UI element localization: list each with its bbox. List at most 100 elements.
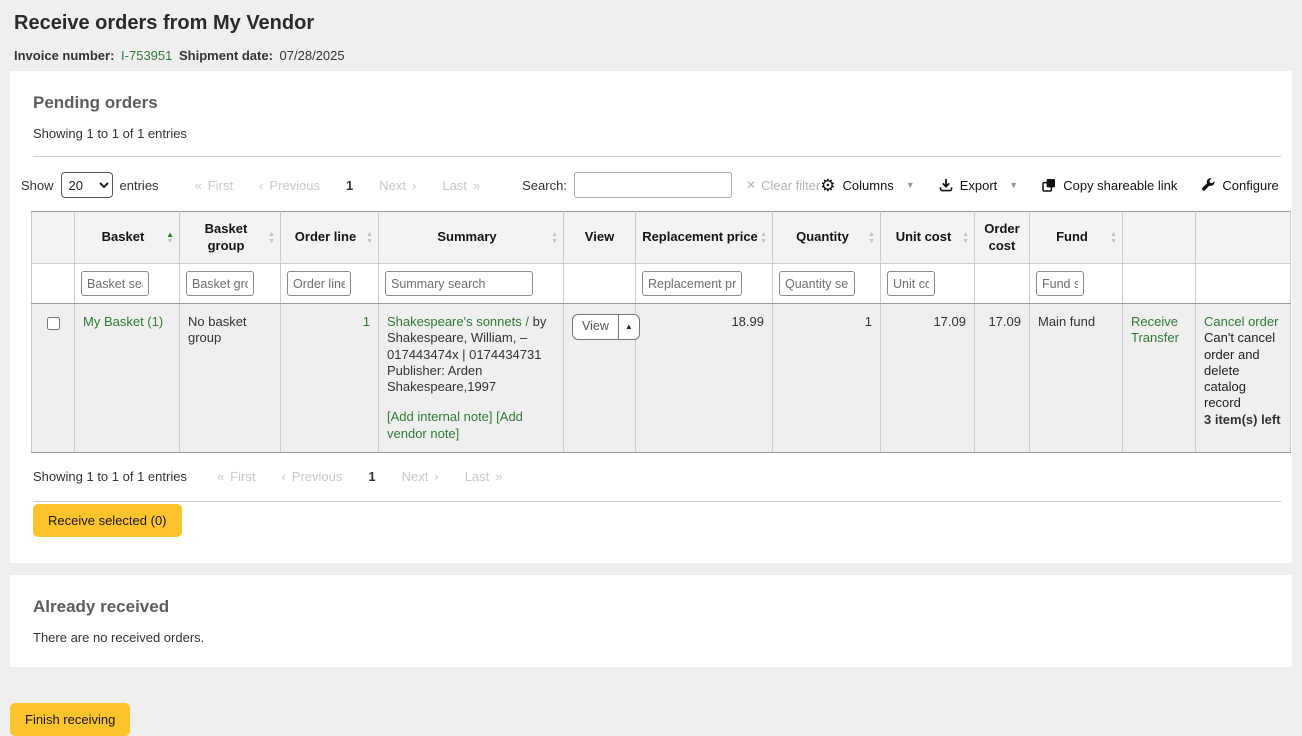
pagination-first-button[interactable]: « First: [217, 469, 256, 484]
export-button[interactable]: Export ▼: [939, 178, 1019, 193]
cancel-order-link[interactable]: Cancel order: [1204, 314, 1278, 329]
pagination-current-page[interactable]: 1: [346, 178, 353, 193]
search-input[interactable]: [574, 172, 732, 198]
pagination-last-button[interactable]: Last»: [442, 178, 480, 193]
view-button-label: View: [573, 315, 618, 339]
quantity-filter-input[interactable]: [779, 271, 855, 296]
shipment-date-value: 07/28/2025: [280, 48, 345, 63]
chevron-down-icon: ▼: [906, 180, 915, 190]
header-replacement-price[interactable]: Replacement price▲▼: [636, 212, 773, 264]
replacement-price-cell: 18.99: [636, 304, 773, 453]
add-internal-note-link[interactable]: [Add internal note]: [387, 409, 493, 424]
header-fund[interactable]: Fund▲▼: [1030, 212, 1123, 264]
download-icon: [939, 178, 953, 192]
basket-link[interactable]: My Basket (1): [83, 314, 163, 329]
basket-filter-input[interactable]: [81, 271, 149, 296]
header-unit-cost-label: Unit cost: [896, 229, 952, 244]
pagination-next-button[interactable]: Next›: [379, 178, 416, 193]
items-left: 3 item(s) left: [1204, 412, 1282, 428]
sort-icon: ▲▼: [1110, 231, 1117, 245]
header-order-line[interactable]: Order line ▲▼: [281, 212, 379, 264]
filter-summary-cell: [379, 264, 564, 304]
entries-info-bottom: Showing 1 to 1 of 1 entries: [33, 469, 187, 484]
header-order-line-label: Order line: [295, 229, 356, 244]
header-summary[interactable]: Summary▲▼: [379, 212, 564, 264]
pending-orders-heading: Pending orders: [33, 93, 1281, 113]
order-line-link[interactable]: 1: [363, 314, 370, 329]
order-cost-cell: 17.09: [975, 304, 1030, 453]
clear-filter-button[interactable]: ✕ Clear filter: [746, 178, 820, 193]
pagination-first-button[interactable]: « First: [195, 178, 234, 193]
header-basket-group-label: Basket group: [205, 221, 248, 252]
header-quantity[interactable]: Quantity▲▼: [773, 212, 881, 264]
pagination-previous-button[interactable]: ‹ Previous: [259, 178, 320, 193]
receive-link[interactable]: Receive: [1131, 314, 1178, 329]
view-cell: View ▲: [564, 304, 636, 453]
sort-icon: ▲▼: [366, 231, 373, 245]
page-length-control: Show 20 entries: [21, 172, 159, 198]
page-title: Receive orders from My Vendor: [14, 12, 1288, 35]
view-button[interactable]: View ▲: [572, 314, 640, 340]
search-label: Search:: [522, 178, 567, 193]
transfer-link[interactable]: Transfer: [1131, 330, 1179, 345]
columns-button[interactable]: ⚙ Columns ▼: [820, 177, 914, 194]
summary-cell: Shakespeare's sonnets / by Shakespeare, …: [379, 304, 564, 453]
show-label: Show: [21, 178, 54, 193]
filter-unit-cost-cell: [881, 264, 975, 304]
unit-cost-filter-input[interactable]: [887, 271, 935, 296]
double-chevron-left-icon: «: [195, 178, 202, 193]
pagination-last-button[interactable]: Last»: [465, 469, 503, 484]
copy-icon: [1042, 178, 1056, 192]
sort-icon: ▲▼: [166, 231, 174, 245]
header-replacement-price-label: Replacement price: [642, 229, 758, 244]
sort-icon: ▲▼: [760, 231, 767, 245]
wrench-icon: [1201, 178, 1215, 192]
pending-orders-panel: Pending orders Showing 1 to 1 of 1 entri…: [10, 71, 1292, 563]
order-line-cell: 1: [281, 304, 379, 453]
pagination-previous-button[interactable]: ‹Previous: [281, 469, 342, 484]
header-basket-group[interactable]: Basket group▲▼: [180, 212, 281, 264]
pagination-next-button[interactable]: Next›: [402, 469, 439, 484]
copy-shareable-link-button[interactable]: Copy shareable link: [1042, 178, 1177, 193]
cancel-note: Can't cancel order and delete catalog re…: [1204, 330, 1282, 411]
page-size-select[interactable]: 20: [61, 172, 113, 198]
record-title-link[interactable]: Shakespeare's sonnets /: [387, 314, 529, 329]
pending-orders-table: Basket▲▼ Basket group▲▼ Order line▲▼ Sum…: [31, 211, 1291, 453]
summary-filter-input[interactable]: [385, 271, 533, 296]
pagination-previous-label: Previous: [269, 178, 320, 193]
table-header-row: Basket▲▼ Basket group▲▼ Order line▲▼ Sum…: [32, 212, 1291, 264]
configure-button[interactable]: Configure: [1201, 178, 1278, 193]
close-icon: ✕: [746, 178, 756, 192]
chevron-up-icon: ▲: [618, 315, 639, 339]
pagination-next-label: Next: [402, 469, 429, 484]
finish-receiving-button[interactable]: Finish receiving: [10, 703, 130, 736]
filter-actions-cell: [1123, 264, 1196, 304]
pagination-current-page[interactable]: 1: [368, 469, 375, 484]
header-view: View: [564, 212, 636, 264]
entries-label: entries: [120, 178, 159, 193]
basket-cell: My Basket (1): [75, 304, 180, 453]
fund-filter-input[interactable]: [1036, 271, 1084, 296]
basket-group-filter-input[interactable]: [186, 271, 254, 296]
select-cell: [32, 304, 75, 453]
header-order-cost: Order cost: [975, 212, 1030, 264]
header-select: [32, 212, 75, 264]
pagination-first-label: First: [208, 178, 233, 193]
double-chevron-left-icon: «: [217, 469, 224, 484]
sort-icon: ▲▼: [551, 231, 558, 245]
order-line-filter-input[interactable]: [287, 271, 351, 296]
receive-selected-button[interactable]: Receive selected (0): [33, 504, 182, 537]
search-control: Search:: [522, 172, 732, 198]
header-basket[interactable]: Basket▲▼: [75, 212, 180, 264]
select-row-checkbox[interactable]: [47, 317, 60, 330]
header-unit-cost[interactable]: Unit cost▲▼: [881, 212, 975, 264]
no-received-orders-message: There are no received orders.: [33, 630, 1281, 645]
pagination-last-label: Last: [465, 469, 490, 484]
table-controls: Show 20 entries « First ‹ Previous 1 Next›…: [21, 172, 1281, 198]
chevron-left-icon: ‹: [259, 178, 263, 193]
clear-filter-label: Clear filter: [761, 178, 820, 193]
pagination-first-label: First: [230, 469, 255, 484]
replacement-price-filter-input[interactable]: [642, 271, 742, 296]
copy-shareable-link-label: Copy shareable link: [1063, 178, 1177, 193]
invoice-number-link[interactable]: I-753951: [121, 48, 172, 63]
